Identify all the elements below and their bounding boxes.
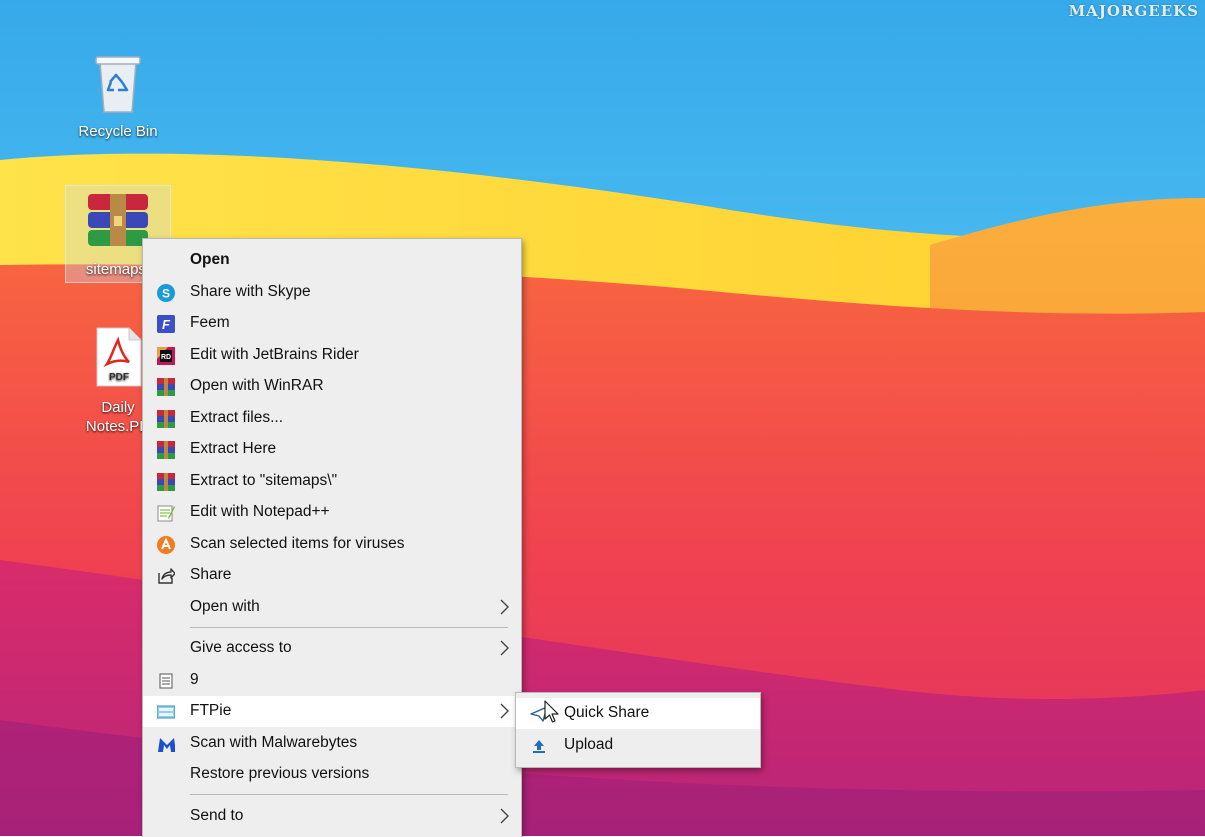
jetbrains-rider-icon: RD bbox=[157, 347, 175, 365]
svg-text:F: F bbox=[162, 317, 171, 332]
document-lines-icon bbox=[157, 672, 175, 690]
menu-item-label: Restore previous versions bbox=[190, 765, 370, 782]
menu-item-label: Extract Here bbox=[190, 440, 277, 457]
menu-item-share-with-skype[interactable]: S Share with Skype bbox=[143, 277, 521, 308]
context-menu: Open S Share with Skype F Feem RD Edit w… bbox=[142, 238, 522, 837]
desktop-icon-recycle-bin[interactable]: Recycle Bin bbox=[66, 52, 170, 148]
skype-icon: S bbox=[157, 284, 175, 302]
chevron-right-icon bbox=[500, 808, 509, 824]
menu-item-label: Open with bbox=[190, 598, 260, 615]
svg-text:RD: RD bbox=[161, 354, 171, 361]
menu-item-label: Feem bbox=[190, 314, 230, 331]
menu-item-label: Upload bbox=[564, 736, 614, 753]
menu-item-label: Open with WinRAR bbox=[190, 377, 324, 394]
menu-item-label: Edit with Notepad++ bbox=[190, 503, 330, 520]
menu-item-extract-to-sitemaps[interactable]: Extract to "sitemaps\" bbox=[143, 466, 521, 497]
menu-item-label: Edit with JetBrains Rider bbox=[190, 346, 359, 363]
menu-item-label: Scan selected items for viruses bbox=[190, 535, 405, 552]
menu-item-label: 9 bbox=[190, 671, 199, 688]
winrar-icon bbox=[157, 410, 175, 428]
notepad-plus-plus-icon bbox=[157, 504, 175, 522]
menu-item-label: Share with Skype bbox=[190, 283, 311, 300]
menu-item-label: FTPie bbox=[190, 702, 232, 719]
submenu-item-upload[interactable]: Upload bbox=[516, 730, 760, 761]
share-icon bbox=[157, 567, 175, 585]
menu-item-give-access-to[interactable]: Give access to bbox=[143, 633, 521, 664]
upload-arrow-icon bbox=[530, 737, 548, 755]
menu-item-open[interactable]: Open bbox=[143, 245, 521, 276]
menu-item-restore-previous-versions[interactable]: Restore previous versions bbox=[143, 759, 521, 790]
menu-item-9[interactable]: 9 bbox=[143, 665, 521, 696]
chevron-right-icon bbox=[500, 599, 509, 615]
menu-item-send-to[interactable]: Send to bbox=[143, 801, 521, 832]
menu-item-label: Give access to bbox=[190, 639, 292, 656]
menu-separator bbox=[190, 627, 508, 628]
menu-item-scan-selected-items-for-viruses[interactable]: Scan selected items for viruses bbox=[143, 529, 521, 560]
menu-item-label: Scan with Malwarebytes bbox=[190, 734, 358, 751]
menu-item-label: Extract files... bbox=[190, 409, 284, 426]
menu-item-extract-here[interactable]: Extract Here bbox=[143, 434, 521, 465]
menu-item-label: Open bbox=[190, 251, 230, 268]
chevron-right-icon bbox=[500, 640, 509, 656]
winrar-icon bbox=[157, 441, 175, 459]
pdf-icon: PDF bbox=[96, 327, 142, 387]
mouse-pointer-icon bbox=[544, 700, 559, 723]
malwarebytes-icon bbox=[157, 735, 175, 753]
avast-icon bbox=[157, 536, 175, 554]
menu-item-label: Send to bbox=[190, 807, 244, 824]
pdf-badge-text: PDF bbox=[109, 372, 129, 383]
menu-item-ftpie[interactable]: FTPie bbox=[143, 696, 521, 727]
svg-text:S: S bbox=[162, 287, 170, 301]
recycle-bin-label: Recycle Bin bbox=[78, 123, 158, 140]
ftpie-icon bbox=[157, 703, 175, 721]
menu-item-open-with[interactable]: Open with bbox=[143, 592, 521, 623]
menu-item-edit-with-notepad-plus-plus[interactable]: Edit with Notepad++ bbox=[143, 497, 521, 528]
winrar-icon bbox=[157, 473, 175, 491]
majorgeeks-watermark: MAJORGEEKS bbox=[1068, 2, 1199, 20]
menu-item-feem[interactable]: F Feem bbox=[143, 308, 521, 339]
menu-item-label: Quick Share bbox=[564, 704, 650, 721]
menu-item-label: Extract to "sitemaps\" bbox=[190, 472, 338, 489]
recycle-bin-icon bbox=[95, 56, 141, 113]
menu-item-scan-with-malwarebytes[interactable]: Scan with Malwarebytes bbox=[143, 728, 521, 759]
feem-icon: F bbox=[157, 315, 175, 333]
menu-item-edit-with-jetbrains-rider[interactable]: RD Edit with JetBrains Rider bbox=[143, 340, 521, 371]
menu-item-label: Share bbox=[190, 566, 232, 583]
winrar-icon bbox=[157, 378, 175, 396]
menu-item-extract-files[interactable]: Extract files... bbox=[143, 403, 521, 434]
menu-item-open-with-winrar[interactable]: Open with WinRAR bbox=[143, 371, 521, 402]
chevron-right-icon bbox=[500, 703, 509, 719]
menu-item-share[interactable]: Share bbox=[143, 560, 521, 591]
menu-separator bbox=[190, 794, 508, 795]
